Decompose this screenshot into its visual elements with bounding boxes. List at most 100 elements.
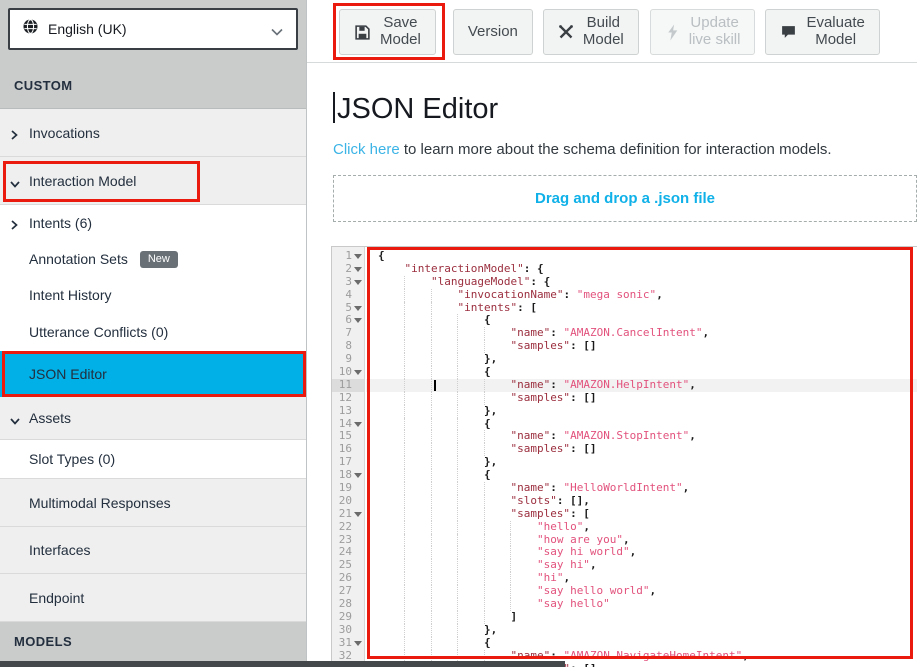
toolbar: SaveModel Version BuildModel Updatelive ski… (307, 0, 917, 63)
code-text: "say hi world", (366, 545, 636, 558)
code-text: "hi", (366, 571, 570, 584)
code-text: "invocationName": "mega sonic", (366, 288, 663, 301)
sidebar-item-label: CUSTOM (14, 78, 73, 93)
code-text: "languageModel": { (366, 275, 550, 288)
editor-gutter[interactable]: 1234567891011121314151617181920212223242… (332, 247, 365, 667)
sidebar-item-endpoint[interactable]: Endpoint (0, 574, 306, 622)
sidebar-item-slot-types[interactable]: Slot Types (0) (0, 440, 306, 479)
button-label: EvaluateModel (806, 15, 864, 49)
new-badge: New (140, 251, 178, 268)
code-text: "how are you", (366, 533, 630, 546)
sidebar-item-label: Multimodal Responses (29, 495, 171, 511)
version-button[interactable]: Version (453, 9, 533, 55)
sidebar-item-json-editor[interactable]: JSON Editor (0, 351, 306, 397)
line-number: 19 (332, 482, 364, 495)
save-model-button[interactable]: SaveModel (339, 9, 436, 55)
sidebar-item-invocations[interactable]: Invocations (0, 109, 306, 157)
gutter-line: 20 (332, 495, 364, 508)
sidebar-item-assets[interactable]: Assets (0, 397, 306, 440)
code-text: "slots": [], (366, 494, 590, 507)
gutter-line: 21 (332, 508, 364, 521)
code-text: "name": "AMAZON.CancelIntent", (366, 326, 709, 339)
chevron-down-icon (270, 24, 284, 42)
sidebar-item-label: Endpoint (29, 590, 84, 606)
language-selector-area: English (UK) (0, 0, 306, 62)
chevron-down-icon[interactable] (9, 413, 21, 429)
button-label: Version (468, 24, 518, 41)
code-text: { (366, 468, 491, 481)
gutter-line: 22 (332, 521, 364, 534)
sidebar-item-multimodal-responses[interactable]: Multimodal Responses (0, 479, 306, 527)
gutter-line: 4 (332, 289, 364, 302)
json-dropzone[interactable]: Drag and drop a .json file (333, 175, 917, 222)
fold-arrow-icon[interactable] (354, 306, 362, 311)
sidebar-item-intents[interactable]: Intents (6) (0, 205, 306, 241)
page-title: JSON Editor (333, 92, 498, 126)
code-text: { (366, 636, 491, 649)
fold-arrow-icon[interactable] (354, 318, 362, 323)
sidebar-item-models: MODELS (0, 622, 306, 661)
click-here-link[interactable]: Click here (333, 141, 400, 158)
sidebar-item-interfaces[interactable]: Interfaces (0, 527, 306, 574)
globe-icon (22, 18, 39, 40)
chevron-right-icon[interactable] (9, 128, 19, 144)
evaluate-model-button[interactable]: EvaluateModel (765, 9, 879, 55)
gutter-line: 30 (332, 624, 364, 637)
fold-arrow-icon[interactable] (354, 267, 362, 272)
code-text: { (366, 313, 491, 326)
button-label: Updatelive skill (689, 15, 741, 49)
sidebar-item-label: Slot Types (0) (29, 451, 115, 467)
sidebar: English (UK) CUSTOM Invocations Interactio… (0, 0, 307, 667)
sidebar-item-label: Interaction Model (29, 173, 136, 189)
sidebar-item-custom: CUSTOM (0, 62, 306, 109)
gutter-line: 12 (332, 392, 364, 405)
fold-arrow-icon[interactable] (354, 280, 362, 285)
fold-arrow-icon[interactable] (354, 512, 362, 517)
language-label: English (UK) (48, 21, 127, 37)
language-selector[interactable]: English (UK) (8, 8, 298, 50)
json-code-editor[interactable]: 1234567891011121314151617181920212223242… (331, 246, 917, 667)
fold-arrow-icon[interactable] (354, 641, 362, 646)
code-text: "name": "HelloWorldIntent", (366, 481, 689, 494)
sidebar-item-label: Assets (29, 410, 71, 426)
fold-arrow-icon[interactable] (354, 370, 362, 375)
code-text: "name": "AMAZON.HelpIntent", (366, 378, 696, 391)
fold-arrow-icon[interactable] (354, 473, 362, 478)
sidebar-item-label: Annotation Sets (29, 251, 128, 267)
chat-icon (780, 24, 797, 40)
line-number: 11 (332, 379, 364, 392)
schema-description: Click here to learn more about the schem… (333, 141, 832, 158)
text-caret (333, 92, 335, 123)
gutter-line: 29 (332, 611, 364, 624)
update-live-skill-button[interactable]: Updatelive skill (650, 9, 756, 55)
gutter-line: 19 (332, 482, 364, 495)
build-icon (558, 24, 574, 40)
sidebar-item-annotation-sets[interactable]: Annotation Sets New (0, 241, 306, 277)
line-number: 20 (332, 495, 364, 508)
sidebar-item-label: MODELS (14, 634, 72, 649)
gutter-line: 10 (332, 366, 364, 379)
dropzone-label: Drag and drop a .json file (535, 190, 715, 207)
lightning-icon (665, 24, 680, 41)
build-model-button[interactable]: BuildModel (543, 9, 639, 55)
sidebar-item-utterance-conflicts[interactable]: Utterance Conflicts (0) (0, 313, 306, 351)
sidebar-item-label: Intent History (29, 287, 111, 303)
sidebar-item-intent-history[interactable]: Intent History (0, 277, 306, 313)
code-text: "name": "AMAZON.StopIntent", (366, 429, 696, 442)
fold-arrow-icon[interactable] (354, 422, 362, 427)
code-text: "say hi", (366, 558, 597, 571)
editor-code-area[interactable]: { "interactionModel": { "languageModel":… (366, 247, 917, 667)
fold-arrow-icon[interactable] (354, 254, 362, 259)
sidebar-item-interaction-model[interactable]: Interaction Model (0, 157, 306, 205)
chevron-down-icon[interactable] (9, 176, 21, 192)
code-text: "samples": [ (366, 507, 590, 520)
button-label: SaveModel (380, 15, 421, 49)
gutter-line: 2 (332, 263, 364, 276)
sidebar-item-label: Interfaces (29, 542, 90, 558)
gutter-line: 31 (332, 637, 364, 650)
gutter-line: 3 (332, 276, 364, 289)
code-text: "name": "AMAZON.NavigateHomeIntent", (366, 649, 749, 662)
description-text: to learn more about the schema definitio… (400, 141, 832, 158)
chevron-right-icon[interactable] (9, 218, 19, 234)
code-text: "intents": [ (366, 301, 537, 314)
